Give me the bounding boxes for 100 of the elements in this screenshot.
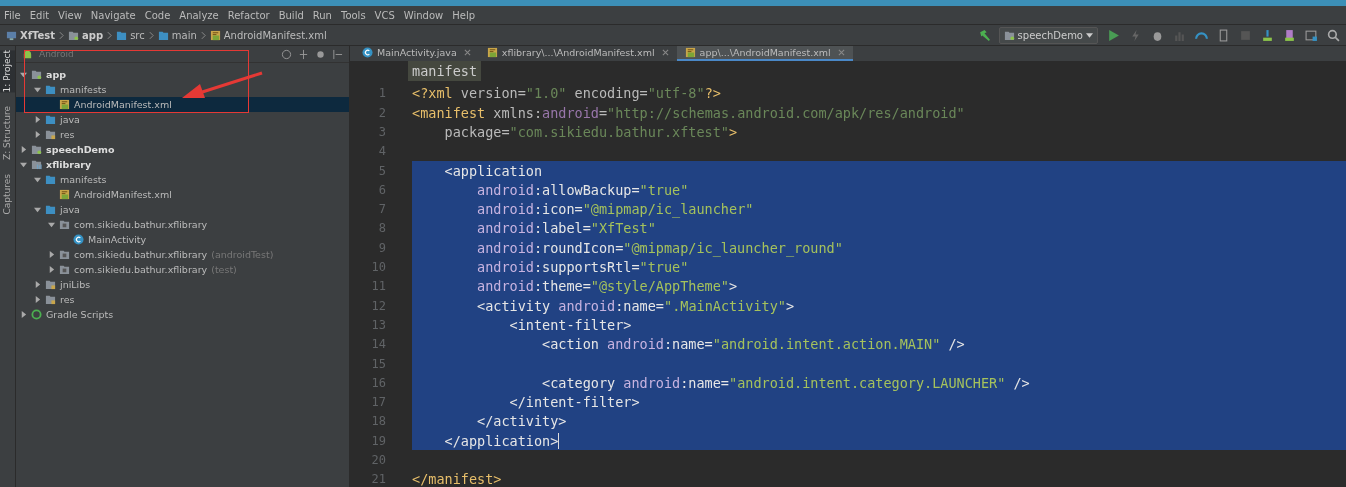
- tree-item[interactable]: xflibrary: [16, 157, 349, 172]
- expanded-arrow-icon[interactable]: [20, 71, 27, 78]
- package-folder-icon: [59, 249, 70, 260]
- chevron-icon: [107, 30, 113, 40]
- tag-breadcrumb[interactable]: manifest: [408, 60, 482, 81]
- tree-item[interactable]: Gradle Scripts: [16, 307, 349, 322]
- collapsed-arrow-icon[interactable]: [48, 251, 55, 258]
- module-folder-icon: [31, 69, 42, 80]
- breadcrumb-item[interactable]: main: [157, 29, 197, 41]
- tree-item[interactable]: app: [16, 67, 349, 82]
- close-icon[interactable]: [463, 48, 471, 56]
- gradle-icon: [31, 309, 42, 320]
- hide-panel-icon[interactable]: [332, 48, 343, 60]
- search-icon[interactable]: [1327, 28, 1340, 42]
- folder-folder-icon: [45, 174, 56, 185]
- breadcrumb-item[interactable]: AndroidManifest.xml: [209, 29, 327, 41]
- device-icon[interactable]: [1217, 28, 1230, 42]
- collapsed-arrow-icon[interactable]: [34, 296, 41, 303]
- module-folder-icon: [31, 144, 42, 155]
- line-number: 9: [377, 240, 386, 255]
- line-number: 4: [377, 144, 386, 159]
- tree-item[interactable]: java: [16, 112, 349, 127]
- line-number: 8: [377, 221, 386, 236]
- chevron-icon: [200, 30, 206, 40]
- class-icon: [362, 46, 373, 58]
- hammer-icon[interactable]: [977, 28, 991, 42]
- breadcrumb-item[interactable]: XfTest: [6, 29, 56, 41]
- tool-window-tab[interactable]: Captures: [0, 174, 15, 215]
- collapsed-arrow-icon[interactable]: [34, 281, 41, 288]
- collapsed-arrow-icon[interactable]: [34, 116, 41, 123]
- menu-item[interactable]: View: [58, 9, 82, 21]
- manifest-file-icon: [209, 29, 221, 41]
- menu-item[interactable]: Refactor: [227, 9, 270, 21]
- expanded-arrow-icon[interactable]: [34, 176, 41, 183]
- code-line: <manifest xmlns:android="http://schemas.android.com/apk/res/android": [412, 103, 966, 123]
- expanded-arrow-icon[interactable]: [48, 221, 55, 228]
- expanded-arrow-icon[interactable]: [34, 86, 41, 93]
- run-icon[interactable]: [1107, 28, 1120, 42]
- expanded-arrow-icon[interactable]: [34, 206, 41, 213]
- project-structure-icon[interactable]: [1305, 28, 1318, 42]
- editor-tab[interactable]: xflibrary\...\AndroidManifest.xml: [478, 46, 677, 61]
- tree-item[interactable]: res: [16, 292, 349, 307]
- menu-item[interactable]: Window: [403, 9, 444, 21]
- line-number: 21: [370, 472, 386, 487]
- folder-icon: [157, 29, 169, 41]
- menu-item[interactable]: Tools: [340, 9, 366, 21]
- tree-item[interactable]: AndroidManifest.xml: [16, 97, 349, 112]
- expanded-arrow-icon[interactable]: [20, 161, 27, 168]
- tree-item[interactable]: speechDemo: [16, 142, 349, 157]
- collapsed-arrow-icon[interactable]: [20, 311, 27, 318]
- menu-item[interactable]: VCS: [374, 9, 395, 21]
- line-number: 16: [370, 375, 386, 390]
- collapsed-arrow-icon[interactable]: [48, 266, 55, 273]
- tool-window-tab[interactable]: 1: Project: [0, 50, 15, 93]
- tree-item[interactable]: manifests: [16, 82, 349, 97]
- chevron-icon: [59, 30, 65, 40]
- menu-item[interactable]: Navigate: [90, 9, 136, 21]
- editor-tab[interactable]: app\...\AndroidManifest.xml: [676, 46, 853, 61]
- editor-tab[interactable]: MainActivity.java: [354, 46, 479, 61]
- tree-item[interactable]: manifests: [16, 172, 349, 187]
- manifest-file-icon: [59, 189, 70, 200]
- tree-item[interactable]: jniLibs: [16, 277, 349, 292]
- line-number: 14: [370, 337, 386, 352]
- res-folder-icon: [45, 294, 56, 305]
- collapsed-arrow-icon[interactable]: [34, 131, 41, 138]
- tool-window-tab[interactable]: Z: Structure: [0, 106, 15, 161]
- menu-item[interactable]: Analyze: [179, 9, 219, 21]
- manifest-file-icon: [486, 46, 498, 58]
- tree-item[interactable]: com.sikiedu.bathur.xflibrary: [16, 217, 349, 232]
- line-number: 18: [370, 414, 386, 429]
- package-folder-icon: [59, 219, 70, 230]
- close-icon[interactable]: [661, 48, 669, 56]
- collapsed-arrow-icon[interactable]: [20, 146, 27, 153]
- menu-item[interactable]: Edit: [29, 9, 50, 21]
- tree-item[interactable]: MainActivity: [16, 232, 349, 247]
- res-folder-icon: [45, 129, 56, 140]
- android-icon: [22, 48, 33, 60]
- code-line: package="com.sikiedu.bathur.xftest">: [443, 123, 739, 142]
- line-number: 19: [370, 433, 386, 448]
- avd-icon[interactable]: [1283, 28, 1296, 42]
- line-number: 15: [370, 356, 386, 371]
- menu-item[interactable]: File: [4, 9, 21, 21]
- tree-item[interactable]: res: [16, 127, 349, 142]
- res-folder-icon: [45, 279, 56, 290]
- line-number: 11: [370, 279, 386, 294]
- manifest-file-icon: [684, 46, 696, 58]
- breadcrumb-item[interactable]: src: [116, 29, 145, 41]
- folder-folder-icon: [45, 114, 56, 125]
- run-config-dropdown[interactable]: speechDemo: [998, 26, 1098, 44]
- sdk-download-icon[interactable]: [1261, 28, 1274, 42]
- tree-item[interactable]: AndroidManifest.xml: [16, 187, 349, 202]
- menu-item[interactable]: Code: [144, 9, 171, 21]
- menu-item[interactable]: Help: [452, 9, 476, 21]
- breadcrumb-item[interactable]: app: [68, 29, 104, 41]
- menu-item[interactable]: Build: [278, 9, 304, 21]
- tree-item[interactable]: java: [16, 202, 349, 217]
- code-line: <?xml version="1.0" encoding="utf-8"?>: [412, 84, 722, 104]
- folder-folder-icon: [45, 84, 56, 95]
- menu-item[interactable]: Run: [312, 9, 332, 21]
- collapse-icon[interactable]: [298, 48, 309, 60]
